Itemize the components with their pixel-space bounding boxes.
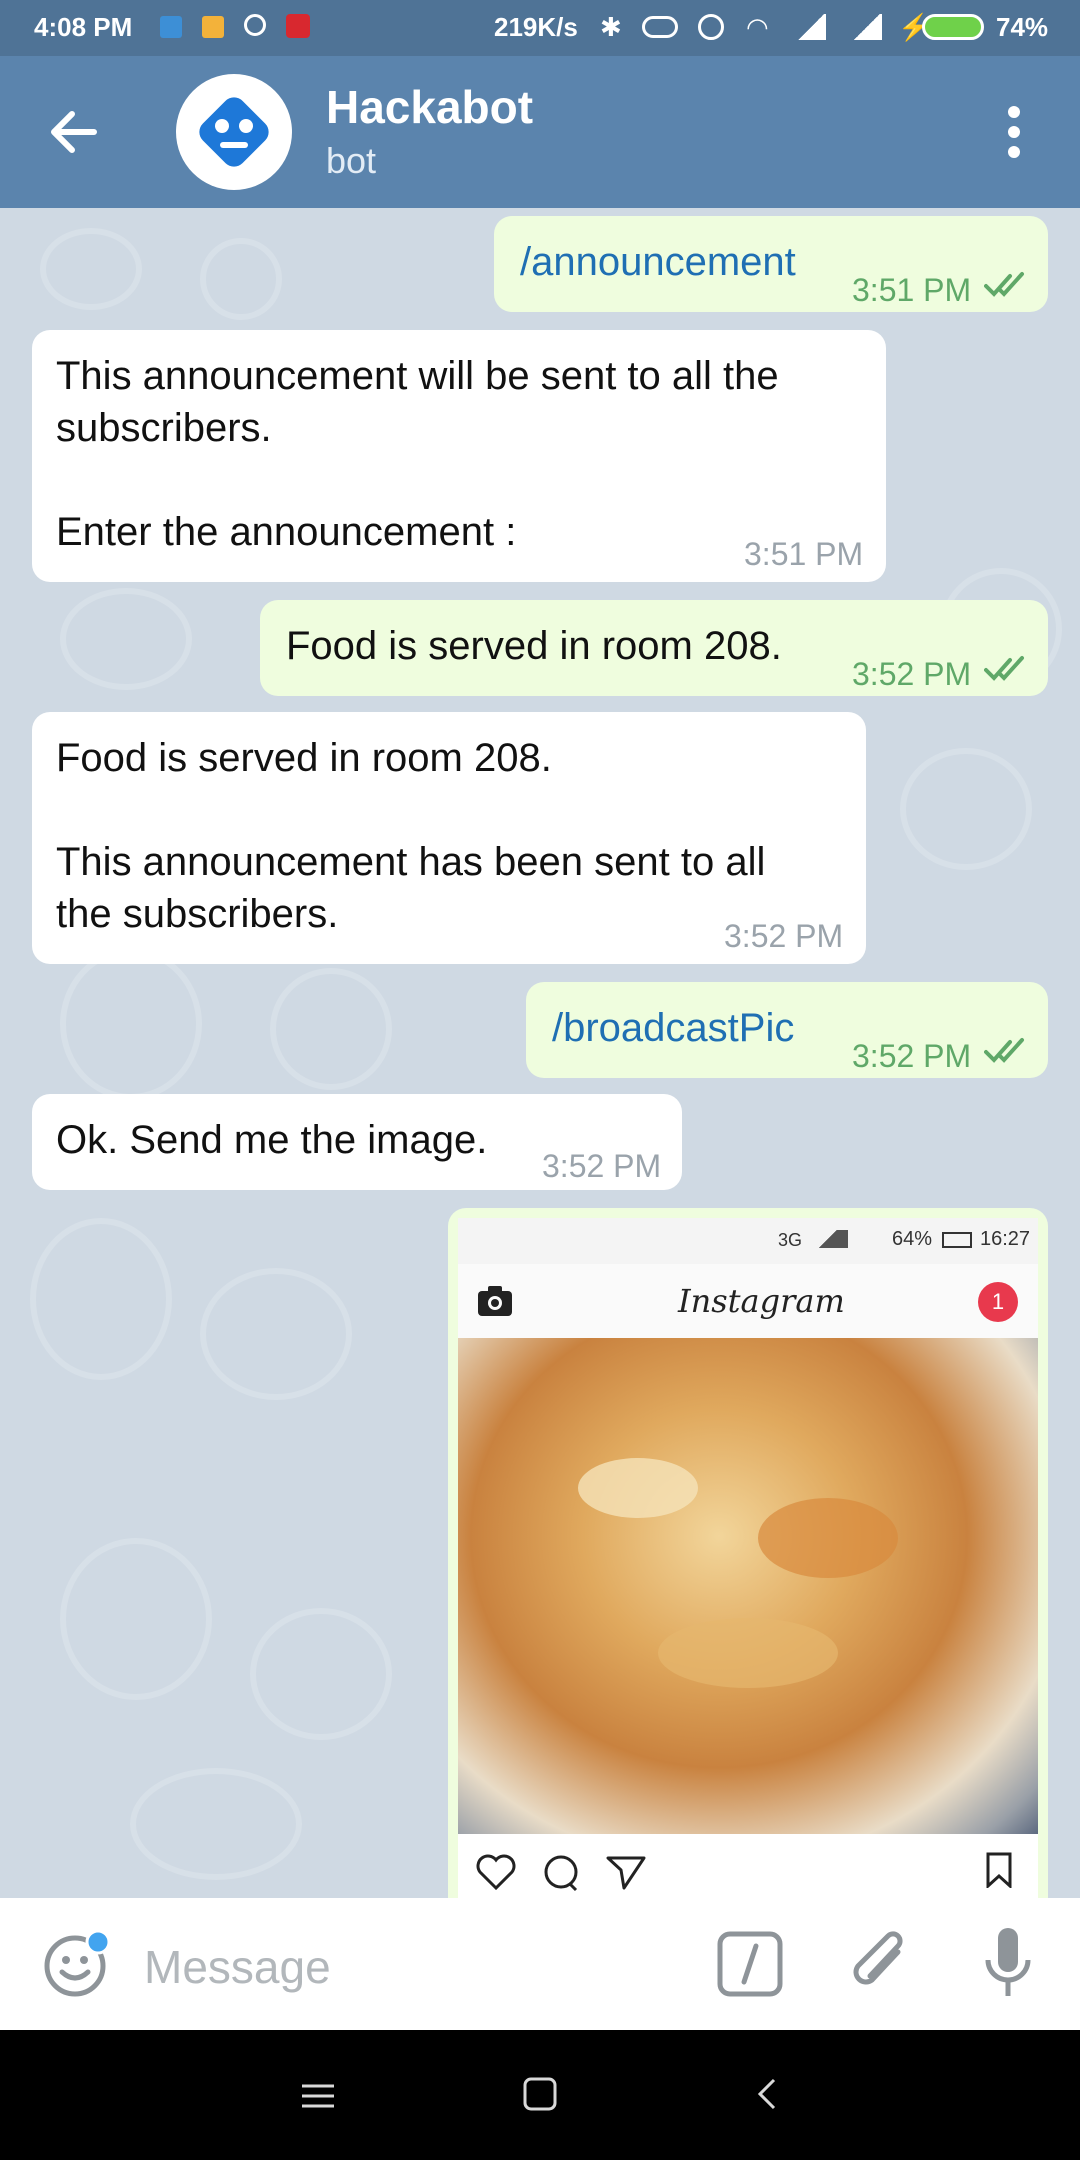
- cheese-patch: [578, 1458, 698, 1518]
- pasta-patch: [758, 1498, 898, 1578]
- instagram-bar: Instagram 1: [458, 1264, 1038, 1339]
- bluetooth-icon: ✱: [600, 12, 622, 42]
- background-doodle: [200, 1268, 352, 1400]
- menu-icon: [302, 2084, 334, 2108]
- more-button[interactable]: [1000, 100, 1028, 164]
- background-doodle: [60, 948, 202, 1100]
- shared-screenshot[interactable]: 3G 64% 16:27 Instagram 1: [458, 1218, 1038, 1898]
- background-doodle: [40, 228, 142, 310]
- food-photo[interactable]: [458, 1338, 1038, 1834]
- bot-avatar-icon: [199, 97, 269, 167]
- outgoing-message[interactable]: /announcement 3:51 PM: [494, 216, 1048, 312]
- double-check-icon: [984, 272, 1024, 297]
- message-text[interactable]: /announcement: [520, 236, 796, 288]
- send-icon[interactable]: [606, 1854, 646, 1890]
- home-nav-button[interactable]: [520, 2074, 560, 2114]
- more-vertical-icon: [1008, 106, 1020, 158]
- status-time: 4:08 PM: [34, 12, 133, 42]
- camera-icon: [478, 1286, 512, 1316]
- inner-network: 3G: [778, 1230, 803, 1250]
- outgoing-message[interactable]: Food is served in room 208. 3:52 PM: [260, 600, 1048, 696]
- emoji-icon: [44, 1929, 111, 1997]
- music-icon: [286, 14, 310, 38]
- notes-icon: [202, 16, 224, 38]
- toggle-icon: [642, 16, 678, 38]
- background-doodle: [30, 1218, 172, 1380]
- chat-area[interactable]: /announcement 3:51 PM This announcement …: [0, 208, 1080, 1898]
- battery-level: 74%: [996, 12, 1049, 42]
- system-nav-bar: [0, 2030, 1080, 2160]
- pasta-patch: [658, 1618, 838, 1688]
- heart-icon[interactable]: [476, 1854, 516, 1890]
- background-doodle: [900, 748, 1032, 870]
- inner-battery-level: 64%: [892, 1228, 933, 1250]
- notification-icon: [160, 16, 182, 38]
- bot-command-button[interactable]: [716, 1930, 784, 1998]
- photo-message[interactable]: 3G 64% 16:27 Instagram 1: [448, 1208, 1048, 1898]
- instagram-logo: Instagram: [678, 1282, 845, 1320]
- instagram-actions: [458, 1834, 1038, 1898]
- background-doodle: [270, 968, 392, 1090]
- signal-2-icon: [852, 14, 882, 40]
- message-text: Food is served in room 208. This announc…: [56, 736, 766, 936]
- message-text[interactable]: /broadcastPic: [552, 1002, 794, 1054]
- home-square-icon: [523, 2077, 557, 2111]
- back-chevron-icon: [757, 2078, 776, 2110]
- background-doodle: [250, 1608, 392, 1740]
- inner-time: 16:27: [980, 1228, 1031, 1250]
- message-time: 3:52 PM: [724, 918, 844, 954]
- message-time: 3:52 PM: [852, 1038, 972, 1074]
- comment-icon[interactable]: [542, 1854, 580, 1892]
- back-arrow-icon: [51, 111, 97, 153]
- background-doodle: [130, 1768, 302, 1880]
- double-check-icon: [984, 1038, 1024, 1063]
- inner-battery-icon: [942, 1232, 972, 1248]
- wifi-icon: ◠: [746, 12, 769, 42]
- back-button[interactable]: [44, 102, 104, 162]
- incoming-message[interactable]: Ok. Send me the image. 3:52 PM: [32, 1094, 682, 1190]
- outgoing-message[interactable]: /broadcastPic 3:52 PM: [526, 982, 1048, 1078]
- message-text: This announcement will be sent to all th…: [56, 354, 779, 554]
- back-nav-button[interactable]: [748, 2074, 788, 2114]
- chat-header: [0, 56, 1080, 208]
- avatar[interactable]: [176, 74, 292, 190]
- message-time: 3:51 PM: [852, 272, 972, 308]
- chat-title[interactable]: Hackabot: [326, 80, 533, 134]
- attach-icon: [853, 1931, 903, 1985]
- bot-command-icon: [717, 1931, 783, 1997]
- voice-button[interactable]: [982, 1926, 1034, 2002]
- chat-subtitle: bot: [326, 140, 377, 181]
- menu-nav-button[interactable]: [298, 2076, 338, 2116]
- message-composer: Message: [0, 1898, 1080, 2030]
- message-input[interactable]: Message: [144, 1940, 331, 1994]
- status-bar: 4:08 PM 219K/s ✱ ◠ ⚡ 74%: [0, 0, 1080, 56]
- message-time: 3:52 PM: [542, 1148, 662, 1184]
- attach-button[interactable]: [850, 1928, 914, 2000]
- signal-icon: [796, 14, 826, 40]
- inner-status-bar: 3G 64% 16:27: [458, 1218, 1038, 1264]
- message-time: 3:52 PM: [852, 656, 972, 692]
- battery-icon: [922, 14, 984, 40]
- message-time: 3:51 PM: [744, 536, 864, 572]
- incoming-message[interactable]: This announcement will be sent to all th…: [32, 330, 886, 582]
- google-icon: [244, 14, 266, 36]
- message-text: Ok. Send me the image.: [56, 1118, 488, 1162]
- bookmark-icon[interactable]: [984, 1852, 1014, 1888]
- emoji-button[interactable]: [40, 1929, 111, 2000]
- inner-signal-icon: [808, 1230, 848, 1248]
- mic-icon: [985, 1928, 1031, 1996]
- background-doodle: [60, 588, 192, 690]
- notification-badge: 1: [978, 1282, 1018, 1322]
- mute-icon: [698, 14, 724, 40]
- net-speed: 219K/s: [494, 12, 578, 42]
- double-check-icon: [984, 656, 1024, 681]
- message-text: Food is served in room 208.: [286, 624, 782, 668]
- background-doodle: [60, 1538, 212, 1700]
- incoming-message[interactable]: Food is served in room 208. This announc…: [32, 712, 866, 964]
- background-doodle: [200, 238, 282, 320]
